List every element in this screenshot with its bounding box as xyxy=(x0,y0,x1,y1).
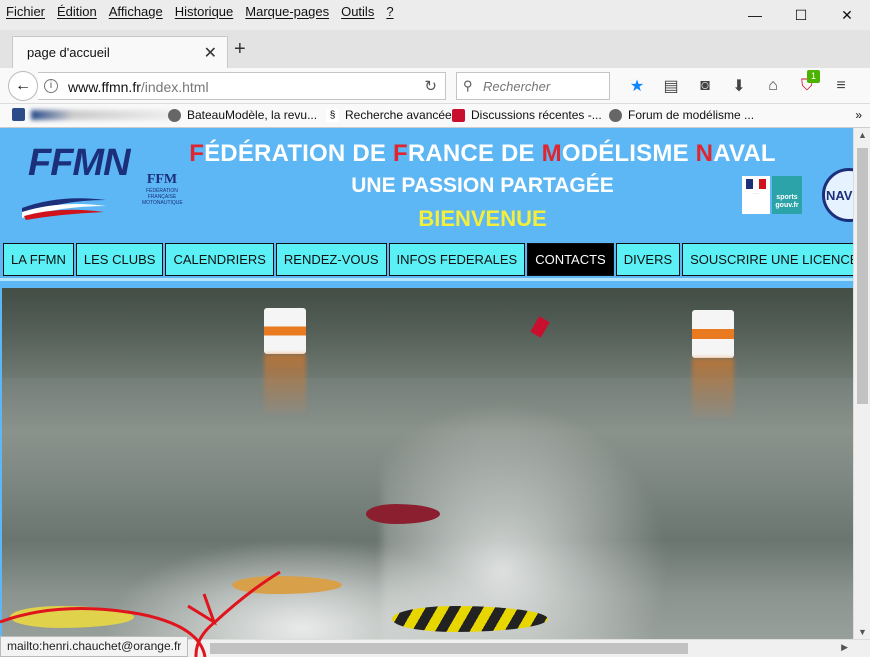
title-part: F xyxy=(392,140,408,167)
title-part: RANCE DE xyxy=(407,140,542,167)
menu-item[interactable]: Édition xyxy=(57,4,97,19)
menu-bar: Fichier Édition Affichage Historique Marque-… xyxy=(0,0,870,30)
pocket-icon[interactable]: ◙ xyxy=(688,74,722,98)
search-icon: ⚲ xyxy=(463,78,473,93)
nav-item-rendez-vous[interactable]: RENDEZ-VOUS xyxy=(275,243,387,276)
menu-item[interactable]: Outils xyxy=(341,4,374,19)
ublock-shield-icon[interactable]: ⛉ 1 xyxy=(790,70,824,98)
close-window-button[interactable]: ✕ xyxy=(824,0,870,30)
site-header: FFMN FFM FÉDÉRATION FRANÇAISE MOTONAUTIQ… xyxy=(0,128,853,240)
close-tab-icon[interactable]: ✕ xyxy=(204,43,217,63)
home-icon[interactable]: ⌂ xyxy=(756,74,790,98)
title-part: ÉDÉRATION DE xyxy=(204,140,393,167)
menu-item[interactable]: Marque-pages xyxy=(245,4,329,19)
recherche-favicon-icon: § xyxy=(326,108,339,122)
tab-page-accueil[interactable]: page d'accueil ✕ xyxy=(12,36,228,68)
bookmark-favicon-icon xyxy=(12,108,25,121)
menu-item[interactable]: Affichage xyxy=(109,4,163,19)
new-tab-button[interactable]: + xyxy=(234,38,246,61)
nav-item-les-clubs[interactable]: LES CLUBS xyxy=(75,243,164,276)
site-navigation: LA FFMN LES CLUBS CALENDRIERS RENDEZ-VOUS IN… xyxy=(3,243,853,276)
menu-item[interactable]: Historique xyxy=(175,4,234,19)
nav-item-contacts[interactable]: CONTACTS xyxy=(527,243,614,276)
globe-icon xyxy=(609,108,622,122)
info-icon[interactable]: i xyxy=(44,79,58,93)
red-annotation-mark xyxy=(0,570,281,657)
bookmark-item[interactable]: Forum de modélisme ... xyxy=(609,108,754,122)
maximize-button[interactable]: ☐ xyxy=(778,0,824,30)
nav-logo[interactable]: NAV xyxy=(822,142,853,222)
bookmark-item[interactable]: § Recherche avancée xyxy=(326,108,452,122)
title-part: AVAL xyxy=(713,140,776,167)
site-title: FÉDÉRATION DE FRANCE DE MODÉLISME NAVAL xyxy=(0,140,853,168)
bookmark-item[interactable]: BateauModèle, la revu... xyxy=(168,108,317,122)
url-path: /index.html xyxy=(140,79,209,95)
vertical-scrollbar[interactable]: ▲ ▼ xyxy=(853,128,870,639)
sports-gouv-logo[interactable]: sports gouv.fr xyxy=(772,176,802,214)
url-domain: www.ffmn.fr xyxy=(68,79,141,95)
back-button[interactable]: ← xyxy=(8,71,38,101)
menu-item[interactable]: Fichier xyxy=(6,4,45,19)
bookmarks-overflow-chevron-icon[interactable]: » xyxy=(855,108,862,122)
buoy xyxy=(264,308,306,354)
nav-item-la-ffmn[interactable]: LA FFMN xyxy=(3,243,74,276)
title-part: N xyxy=(695,140,714,167)
title-part: M xyxy=(541,140,562,167)
welcome-text: BIENVENUE xyxy=(418,206,547,231)
globe-icon xyxy=(168,108,181,122)
scroll-right-icon[interactable]: ▶ xyxy=(841,642,848,653)
bookmark-blurred[interactable] xyxy=(12,108,171,121)
bookmark-star-icon[interactable]: ★ xyxy=(620,74,654,98)
tab-strip: page d'accueil ✕ + xyxy=(0,30,870,68)
minimize-button[interactable]: — xyxy=(732,0,778,30)
tab-title: page d'accueil xyxy=(27,45,110,60)
search-input[interactable]: ⚲ Rechercher xyxy=(456,72,610,100)
nav-item-calendriers[interactable]: CALENDRIERS xyxy=(165,243,274,276)
site-subtitle: UNE PASSION PARTAGÉE xyxy=(351,174,614,197)
search-placeholder: Rechercher xyxy=(483,79,551,94)
title-part: F xyxy=(189,140,205,167)
bookmarks-bar: BateauModèle, la revu... § Recherche ava… xyxy=(0,104,870,128)
bookmark-item[interactable]: Discussions récentes -... xyxy=(452,108,602,122)
nav-item-divers[interactable]: DIVERS xyxy=(615,243,681,276)
discussions-favicon-icon xyxy=(452,108,465,122)
url-bar[interactable]: i www.ffmn.fr/index.html ↻ xyxy=(38,72,446,100)
scroll-up-icon[interactable]: ▲ xyxy=(858,130,867,140)
ublock-badge: 1 xyxy=(807,70,820,83)
republique-francaise-logo[interactable]: ······· xyxy=(742,176,770,214)
back-arrow-icon: ← xyxy=(15,77,31,94)
reading-list-icon[interactable]: ▤ xyxy=(654,74,688,98)
nav-item-souscrire-une-licence[interactable]: SOUSCRIRE UNE LICENCE xyxy=(682,243,853,276)
hamburger-menu-icon[interactable]: ≡ xyxy=(824,74,858,98)
title-part: ODÉLISME xyxy=(561,140,696,167)
scroll-thumb[interactable] xyxy=(857,148,868,404)
buoy xyxy=(692,310,734,358)
nav-item-infos-federales[interactable]: INFOS FEDERALES xyxy=(388,243,526,276)
download-icon[interactable]: ⬇ xyxy=(722,74,756,98)
scroll-down-icon[interactable]: ▼ xyxy=(858,627,867,637)
reload-icon[interactable]: ↻ xyxy=(424,77,437,95)
nav-bar: ← i www.ffmn.fr/index.html ↻ ⚲ Recherche… xyxy=(0,68,870,104)
menu-item[interactable]: ? xyxy=(386,4,393,19)
